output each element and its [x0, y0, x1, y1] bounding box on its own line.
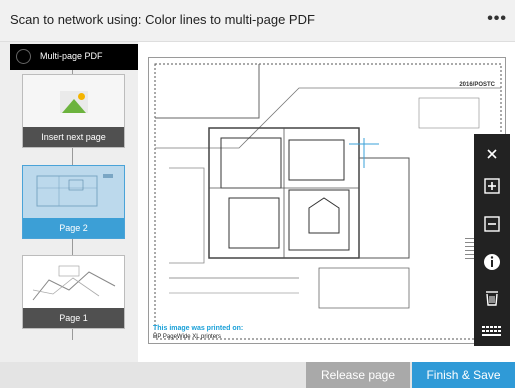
- zoom-in-icon: [484, 178, 500, 194]
- keyboard-icon: [482, 326, 501, 336]
- finish-and-save-button[interactable]: Finish & Save: [412, 362, 515, 388]
- keyboard-button[interactable]: [474, 318, 510, 346]
- print-note: This image was printed on:: [153, 325, 244, 332]
- page-sidebar: Multi-page PDF Insert next page Page 2 P…: [0, 42, 138, 362]
- page-1-preview-image: [32, 265, 116, 301]
- close-button[interactable]: [474, 140, 510, 168]
- preview-toolbar: [474, 134, 510, 346]
- action-bar: Release page Finish & Save: [0, 362, 515, 388]
- zoom-in-button[interactable]: [474, 172, 510, 200]
- drawing-stamp: 2016/POSTC: [459, 82, 495, 88]
- top-bar: Scan to network using: Color lines to mu…: [0, 0, 515, 42]
- page-preview[interactable]: 2016/POSTC This image was printed on: HP…: [148, 57, 506, 344]
- info-button[interactable]: [474, 248, 510, 276]
- thumbnail-caption: Page 2: [23, 218, 124, 238]
- close-icon: [487, 149, 497, 159]
- page-2-preview-image: [36, 174, 113, 207]
- zoom-out-icon: [484, 216, 500, 232]
- more-options-button[interactable]: •••: [487, 11, 507, 27]
- print-note-sub: HP PageWide XL printers: [153, 334, 222, 340]
- zoom-out-button[interactable]: [474, 210, 510, 238]
- page-1-thumbnail[interactable]: Page 1: [22, 255, 125, 329]
- scanned-drawing: [154, 63, 502, 340]
- delete-button[interactable]: [474, 284, 510, 312]
- insert-page-thumbnail[interactable]: Insert next page: [22, 74, 125, 148]
- job-status-icon: [16, 49, 31, 64]
- image-placeholder-icon: [60, 91, 88, 113]
- thumbnail-caption: Page 1: [23, 308, 124, 328]
- thumbnail-caption: Insert next page: [23, 127, 124, 147]
- info-icon: [484, 254, 500, 270]
- page-2-thumbnail[interactable]: Page 2: [22, 165, 125, 239]
- page-title: Scan to network using: Color lines to mu…: [10, 12, 315, 27]
- release-page-button[interactable]: Release page: [306, 362, 410, 388]
- job-header: Multi-page PDF: [10, 44, 138, 70]
- delete-icon: [486, 291, 498, 306]
- job-label: Multi-page PDF: [40, 51, 103, 61]
